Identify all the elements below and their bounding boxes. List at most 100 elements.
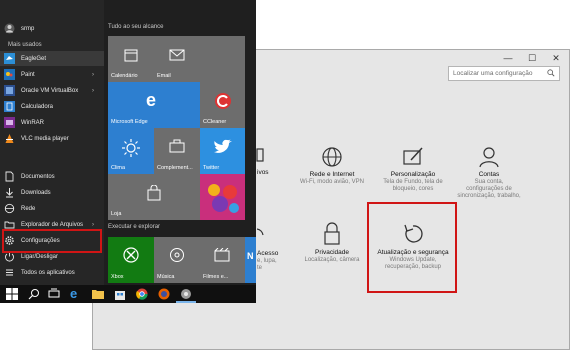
app-eagleget[interactable]: EagleGet [0, 51, 104, 66]
candy-icon [208, 184, 239, 213]
devices-icon [256, 148, 264, 162]
place-label: Todos os aplicativos [21, 269, 75, 276]
app-virtualbox[interactable]: Oracle VM VirtualBox › [0, 83, 104, 98]
minimize-button[interactable]: — [501, 52, 515, 64]
search-input[interactable]: Localizar uma configuração [448, 66, 560, 81]
documents-icon [5, 171, 14, 182]
tile-ccleaner[interactable]: CCleaner [200, 82, 245, 128]
search-placeholder: Localizar uma configuração [453, 70, 533, 77]
chevron-right-icon[interactable]: › [92, 72, 94, 78]
tile-movies[interactable]: Filmes e... [200, 237, 245, 283]
category-desc: Wi-Fi, modo avião, VPN [299, 179, 365, 185]
category-accounts[interactable]: Contas Sua conta, configurações de sincr… [443, 146, 535, 200]
app-paint[interactable]: Paint › [0, 67, 104, 82]
screenshot: — ☐ ✕ Localizar uma configuração ivos Re… [0, 0, 570, 350]
category-title: Rede e Internet [309, 171, 355, 178]
tile-label: Microsoft Edge [111, 119, 148, 125]
firefox-icon[interactable] [158, 288, 170, 300]
app-vlc[interactable]: VLC media player [0, 131, 104, 146]
calendar-icon [124, 49, 138, 62]
category-desc: sincronização, trabalho, [457, 193, 521, 199]
briefcase-icon [169, 139, 185, 153]
user-name: srmp [21, 25, 35, 32]
category-network[interactable]: Rede e Internet Wi-Fi, modo avião, VPN [286, 146, 378, 186]
account-icon [479, 147, 499, 168]
place-all-apps[interactable]: Todos os aplicativos [0, 265, 104, 280]
pinned-app-icon[interactable] [180, 288, 192, 300]
place-network[interactable]: Rede [0, 201, 104, 216]
tile-letter: N [247, 251, 254, 261]
sun-icon [122, 139, 140, 157]
category-privacy[interactable]: Privacidade Localização, câmera [286, 222, 378, 264]
ease-of-access-icon [257, 228, 264, 236]
app-label: WinRAR [21, 119, 45, 126]
tile-store[interactable]: Loja [108, 174, 200, 220]
category-desc: configurações de [466, 186, 512, 192]
tile-label: Twitter [203, 165, 220, 171]
maximize-button[interactable]: ☐ [525, 52, 539, 64]
tile-label: Email [157, 73, 171, 79]
place-label: Rede [21, 205, 36, 212]
file-explorer-icon[interactable] [92, 288, 104, 300]
tiles-header: Tudo ao seu alcance [108, 24, 164, 30]
calculator-icon [4, 101, 15, 112]
all-apps-icon [6, 269, 13, 276]
lock-icon [324, 222, 340, 245]
xbox-icon [123, 247, 139, 263]
tile-candy-crush[interactable] [200, 174, 245, 220]
globe-icon [322, 147, 342, 167]
search-icon[interactable] [28, 288, 40, 300]
edge-icon: e [146, 90, 157, 110]
tile-weather[interactable]: Clima [108, 128, 154, 174]
film-icon [214, 248, 230, 262]
tile-label: Loja [111, 211, 122, 217]
place-label: Explorador de Arquivos [21, 221, 84, 228]
tile-twitter[interactable]: Twitter [200, 128, 245, 174]
winrar-icon [4, 117, 15, 128]
user-account[interactable]: srmp [0, 21, 104, 36]
active-app-indicator [176, 301, 196, 303]
edge-taskbar-icon[interactable]: e [70, 286, 82, 301]
tile-calendar[interactable]: Calendário [108, 36, 154, 82]
tile-play-partial[interactable]: N [245, 237, 256, 283]
place-documents[interactable]: Documentos [0, 169, 104, 184]
chevron-right-icon[interactable]: › [92, 88, 94, 94]
category-desc: Localização, câmera [304, 257, 360, 263]
app-label: Calculadora [21, 103, 54, 110]
tile-label: Complement... [157, 165, 193, 171]
place-downloads[interactable]: Downloads [0, 185, 104, 200]
highlight-box [2, 229, 102, 253]
tile-blank[interactable] [200, 36, 245, 82]
category-title: Contas [478, 171, 500, 178]
category-desc: Sua conta, [474, 179, 504, 185]
tile-label: Clima [111, 165, 126, 171]
app-calculator[interactable]: Calculadora [0, 99, 104, 114]
tile-email[interactable]: Email [154, 36, 200, 82]
music-icon [170, 248, 184, 262]
store-icon [147, 185, 161, 201]
windows-start-icon[interactable] [6, 288, 18, 300]
task-view-icon[interactable] [48, 288, 60, 300]
download-icon [6, 188, 13, 198]
tile-xbox[interactable]: Xbox [108, 237, 154, 283]
start-menu: srmp Mais usados EagleGet Paint › Oracle… [0, 0, 256, 285]
personalization-icon [403, 147, 423, 165]
chevron-right-icon[interactable]: › [92, 222, 94, 228]
place-label: Downloads [21, 189, 51, 196]
tile-music[interactable]: Música [154, 237, 200, 283]
close-button[interactable]: ✕ [549, 52, 563, 64]
paint-icon [4, 69, 15, 80]
app-label: Paint [21, 71, 35, 78]
chrome-icon[interactable] [136, 288, 148, 300]
category-desc: te [257, 265, 263, 271]
app-label: EagleGet [21, 55, 47, 62]
tile-addons[interactable]: Complement... [154, 128, 200, 174]
taskbar: e [0, 285, 256, 303]
tile-edge[interactable]: e Microsoft Edge [108, 82, 200, 128]
ccleaner-icon [215, 93, 231, 109]
most-used-label: Mais usados [8, 42, 42, 48]
virtualbox-icon [4, 85, 15, 96]
highlight-box [367, 202, 457, 293]
app-winrar[interactable]: WinRAR [0, 115, 104, 130]
store-taskbar-icon[interactable] [114, 288, 126, 300]
